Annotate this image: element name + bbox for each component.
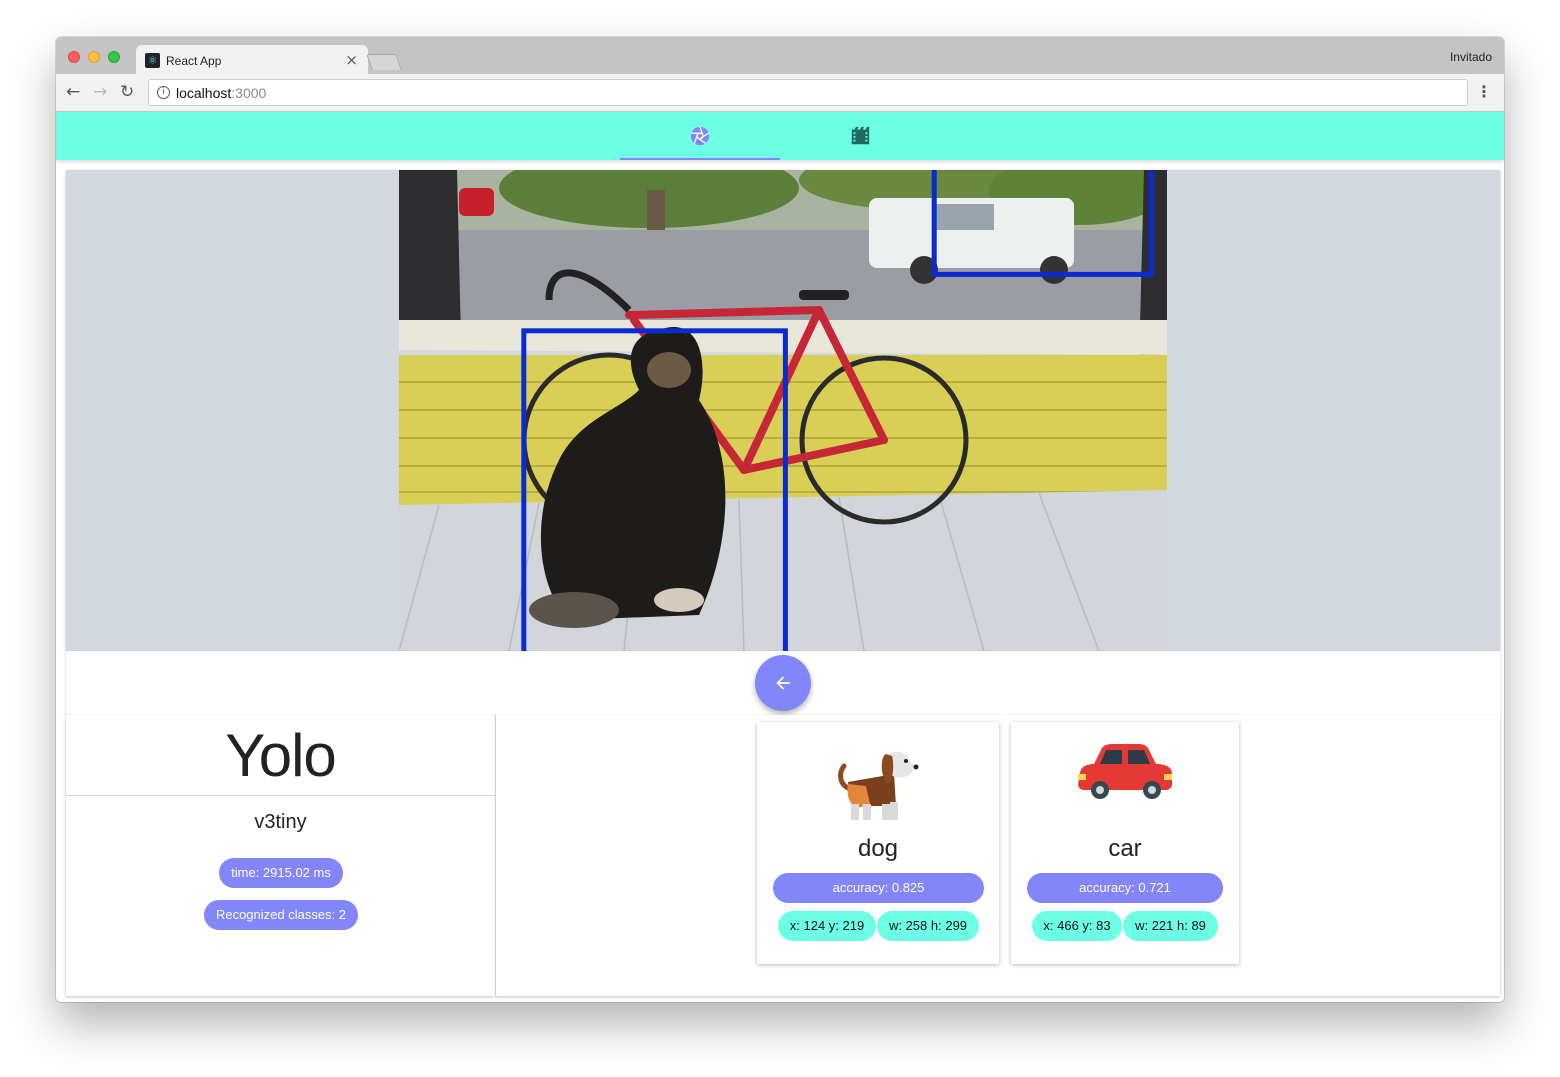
url-port: :3000 (231, 85, 267, 101)
app-header (56, 112, 1504, 160)
minimize-window-button[interactable] (88, 51, 100, 63)
detection-label: dog (857, 835, 899, 862)
profile-name[interactable]: Invitado (1450, 50, 1492, 64)
arrow-left-icon (776, 676, 790, 690)
react-favicon-icon: ⚛ (145, 53, 160, 68)
browser-toolbar: ← → ↻ i localhost:3000 ⋮ (56, 74, 1504, 112)
camera-tab[interactable] (620, 112, 780, 160)
reload-icon[interactable]: ↻ (120, 82, 134, 102)
address-bar[interactable]: i localhost:3000 (148, 79, 1468, 106)
model-panel: Yolo v3tiny time: 2915.02 ms Recognized … (66, 715, 495, 996)
model-version: v3tiny (254, 811, 307, 833)
tab-close-icon[interactable]: × (345, 51, 358, 69)
xy-chip: x: 124 y: 219 (778, 911, 876, 941)
image-viewer (66, 170, 1500, 651)
model-name: Yolo (225, 722, 337, 789)
tab-title: React App (166, 54, 222, 68)
camera-shutter-icon (690, 126, 710, 146)
xy-chip: x: 466 y: 83 (1032, 911, 1122, 941)
url-host: localhost (176, 85, 232, 101)
video-film-icon (851, 126, 870, 145)
video-tab[interactable] (780, 112, 940, 160)
dog-icon (838, 751, 919, 820)
wh-chip: w: 221 h: 89 (1123, 911, 1218, 941)
browser-tab[interactable]: ⚛ React App × (136, 45, 368, 75)
detection-card-car: car accuracy: 0.721 x: 466 y: 83 w: 221 … (1011, 722, 1239, 964)
detection-label: car (1108, 835, 1142, 862)
accuracy-chip: accuracy: 0.721 (1027, 873, 1223, 903)
back-arrow-icon[interactable]: ← (66, 82, 80, 102)
detection-card-dog: dog accuracy: 0.825 x: 124 y: 219 w: 258… (757, 722, 999, 964)
recognized-classes-chip: Recognized classes: 2 (204, 900, 358, 930)
divider (66, 795, 495, 796)
forward-arrow-icon[interactable]: → (93, 82, 107, 102)
back-button[interactable] (755, 655, 811, 711)
menu-dots-icon[interactable]: ⋮ (1476, 82, 1492, 101)
wh-chip: w: 258 h: 299 (877, 911, 979, 941)
url-text[interactable]: localhost:3000 (176, 85, 266, 101)
accuracy-chip: accuracy: 0.825 (773, 873, 984, 903)
new-tab-button[interactable] (366, 54, 402, 70)
detection-photo (399, 170, 1167, 651)
car-icon (1078, 744, 1172, 799)
detections-panel: dog accuracy: 0.825 x: 124 y: 219 w: 258… (496, 715, 1500, 996)
close-window-button[interactable] (68, 51, 80, 63)
browser-window: ⚛ React App × Invitado ← → ↻ i localhost… (56, 37, 1504, 1002)
info-icon[interactable]: i (157, 86, 170, 99)
zoom-window-button[interactable] (108, 51, 120, 63)
time-chip: time: 2915.02 ms (219, 858, 343, 888)
title-bar: ⚛ React App × Invitado (56, 37, 1504, 75)
